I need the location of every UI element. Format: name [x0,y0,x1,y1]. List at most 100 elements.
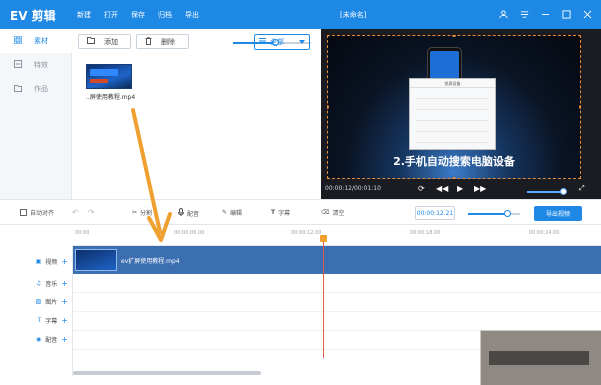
sidebar-item-label: 特效 [34,61,48,69]
menu-save[interactable]: 保存 [131,10,145,20]
sidebar-item-effects[interactable]: 特效 [0,53,72,77]
app-logo: EV 剪辑 [10,9,56,23]
ruler-tick: 00:00:24.00 [529,230,560,236]
timeline-zoom-slider[interactable] [468,210,520,217]
timeline-zoom-fill [468,213,507,215]
loop-icon[interactable]: ⟳ [418,184,425,193]
timeline-ruler[interactable]: 00:00 00:00:06.00 00:00:12.00 00:00:18.0… [73,226,601,246]
media-item[interactable]: ..屏使用教程.mp4 [86,64,136,102]
track-label-text: 音乐 [45,281,58,288]
music-track[interactable] [73,274,601,293]
export-video-button[interactable]: 导出视频 [534,206,582,221]
background-image-fragment [480,330,601,385]
library-toolbar: 添加 删除 全部 [73,34,320,52]
subtitle-button[interactable]: T 字幕 [271,208,290,217]
ruler-tick: 00:00:06.00 [174,230,205,236]
track-label-subtitle: T 字幕 + [0,311,73,330]
add-dub-icon[interactable]: + [61,335,68,344]
text-icon: T [271,209,276,216]
add-video-icon[interactable]: + [61,257,68,266]
add-folder-icon [87,37,95,46]
redo-icon[interactable]: ↷ [88,208,95,217]
ev-editor-window: EV 剪辑 新建 打开 保存 归档 导出 [未命名] 素材 特效 作品 添加 删… [0,0,601,385]
resize-handle[interactable] [579,105,581,109]
ruler-tick: 00:00 [75,230,90,236]
settings-menu-icon[interactable] [518,8,530,20]
edit-toolbar: 自动对齐 ↶ ↷ ✂ 分割 配音 ✎ 编辑 T 字幕 ⌫ 清空 00:00:12… [0,199,601,225]
timeline-scrollbar[interactable] [73,371,261,375]
delete-button-label: 删除 [161,37,175,46]
track-label-music: ♫ 音乐 + [0,274,73,293]
eraser-icon: ⌫ [321,209,330,216]
track-label-text: 配音 [45,337,58,344]
selection-frame [327,35,581,179]
dub-button[interactable]: 配音 [178,208,199,218]
resize-handle[interactable] [579,177,581,179]
forward-icon[interactable]: ▶▶ [474,184,486,193]
music-icon: ♫ [35,280,42,287]
menu-export[interactable]: 导出 [185,10,199,20]
add-music-icon[interactable]: + [61,279,68,288]
menu-open[interactable]: 打开 [104,10,118,20]
playhead-handle[interactable] [320,235,327,242]
volume-fill [527,191,563,193]
effects-icon [14,60,22,70]
video-clip[interactable]: ev扩屏使用教程.mp4 [73,246,601,274]
document-title: [未命名] [340,11,367,19]
add-button-label: 添加 [104,37,118,46]
track-labels: ▣ 视频 + ♫ 音乐 + ▨ 图片 + T 字幕 + ◉ 配音 + [0,246,73,376]
volume-knob[interactable] [559,188,567,195]
undo-icon[interactable]: ↶ [72,208,79,217]
auto-align-toggle[interactable]: 自动对齐 [20,208,54,217]
ruler-tick: 00:00:18.00 [410,230,441,236]
user-icon[interactable] [497,8,509,20]
image-icon: ▨ [35,298,42,305]
maximize-icon[interactable] [560,8,572,20]
fullscreen-icon[interactable]: ⤢ [579,184,585,193]
image-track[interactable] [73,293,601,312]
add-button[interactable]: 添加 [78,34,131,49]
filter-select[interactable]: 全部 [254,34,310,50]
mic-icon: ◉ [36,336,42,343]
ruler-tick: 00:00:12.00 [291,230,322,236]
subtitle-label: 字幕 [278,210,291,217]
menu-new[interactable]: 新建 [77,10,91,20]
filter-select-value: 全部 [270,38,284,46]
current-time-display[interactable]: 00:00:12.21 [415,206,455,220]
playhead[interactable] [323,238,324,358]
track-label-text: 字幕 [45,318,58,325]
sidebar-item-materials[interactable]: 素材 [0,29,72,53]
sidebar-item-works[interactable]: 作品 [0,77,72,101]
split-button[interactable]: ✂ 分割 [132,208,152,217]
split-label: 分割 [140,210,153,217]
minimize-icon[interactable] [539,8,551,20]
sidebar-item-label: 作品 [34,85,48,93]
media-thumbnail [86,64,132,89]
preview-panel: 投屏设备 2.手机自动搜索电脑设备 00:00:12/00:01:10 ⟳ ◀◀… [321,29,601,199]
text-icon: T [37,317,42,324]
timeline-zoom-knob[interactable] [503,210,511,217]
edit-button[interactable]: ✎ 编辑 [222,208,242,217]
media-name: ..屏使用教程.mp4 [86,94,136,101]
clip-name: ev扩屏使用教程.mp4 [121,258,180,265]
pencil-icon: ✎ [222,209,228,216]
main-menu: 新建 打开 保存 归档 导出 [77,10,199,20]
subtitle-track[interactable] [73,312,601,331]
add-subtitle-icon[interactable]: + [61,316,68,325]
auto-align-checkbox[interactable] [20,209,27,216]
auto-align-label: 自动对齐 [30,210,55,217]
rewind-icon[interactable]: ◀◀ [436,184,448,193]
close-icon[interactable] [581,8,593,20]
menu-archive[interactable]: 归档 [158,10,172,20]
resize-handle[interactable] [452,177,456,179]
resize-handle[interactable] [579,35,581,37]
preview-screen[interactable]: 投屏设备 2.手机自动搜索电脑设备 [327,35,581,179]
preview-controls: 00:00:12/00:01:10 ⟳ ◀◀ ▶ ▶▶ ⤢ [321,183,601,199]
folder-icon [14,84,22,94]
add-image-icon[interactable]: + [61,297,68,306]
resize-handle[interactable] [327,177,329,179]
clear-button[interactable]: ⌫ 清空 [321,208,345,217]
delete-button[interactable]: 删除 [136,34,189,49]
play-icon[interactable]: ▶ [457,184,463,193]
volume-slider[interactable] [527,188,567,195]
